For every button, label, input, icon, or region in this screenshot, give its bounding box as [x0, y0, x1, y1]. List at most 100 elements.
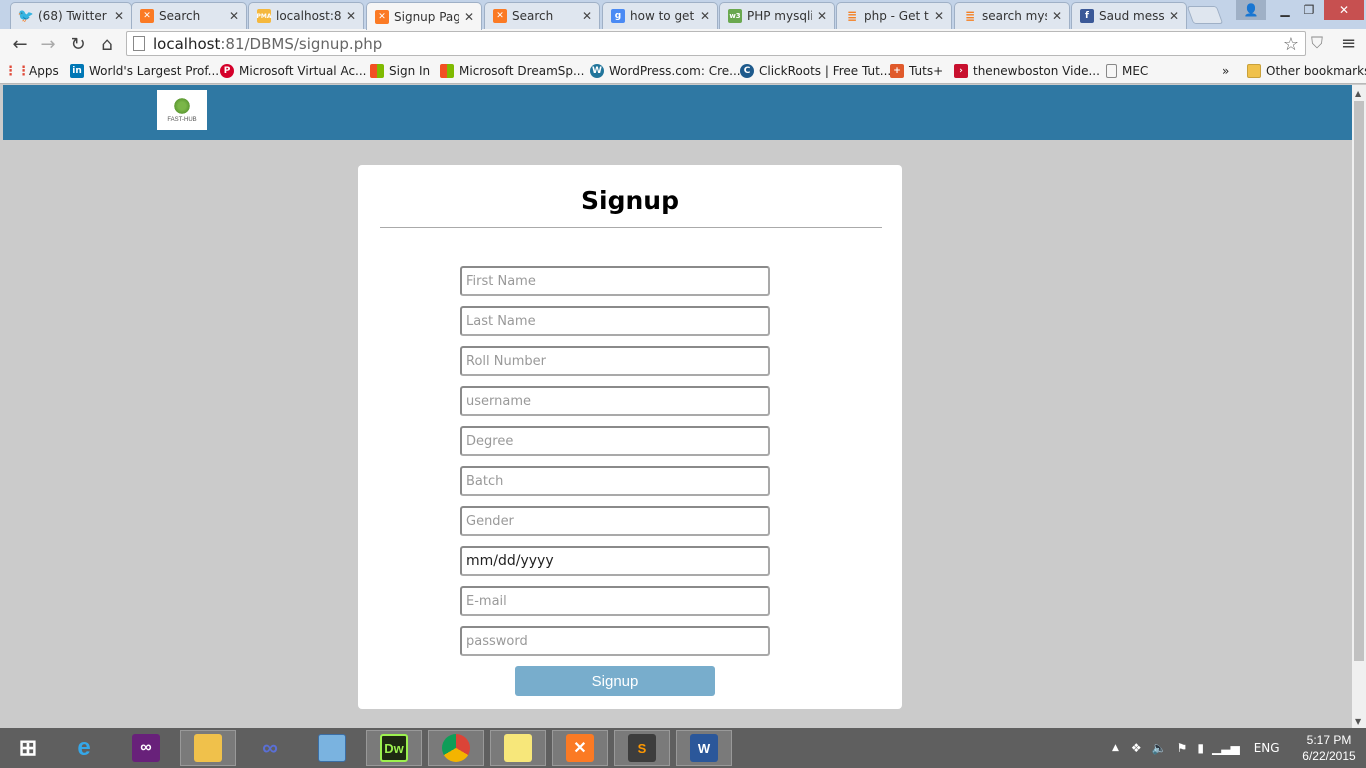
scrollbar-thumb[interactable]	[1354, 101, 1364, 661]
tab-search-2[interactable]: ✕ Search ✕	[484, 2, 600, 29]
signup-card: Signup Signup	[358, 165, 902, 709]
tab-twitter[interactable]: 🐦 (68) Twitter ✕	[10, 2, 132, 29]
taskbar-sticky-notes[interactable]	[490, 730, 546, 766]
roll-number-input[interactable]	[460, 346, 770, 376]
google-icon: g	[611, 9, 625, 23]
xampp-icon: ✕	[493, 9, 507, 23]
scroll-down-icon[interactable]: ▼	[1355, 717, 1361, 726]
tab-close-icon[interactable]: ✕	[933, 9, 945, 23]
clock-time: 5:17 PM	[1306, 733, 1352, 747]
bookmark-linkedin[interactable]: in World's Largest Prof...	[70, 62, 219, 80]
title-divider	[380, 227, 882, 228]
taskbar-chrome[interactable]	[428, 730, 484, 766]
language-indicator[interactable]: ENG	[1254, 741, 1280, 755]
vertical-scrollbar[interactable]: ▲ ▼	[1352, 85, 1366, 728]
volume-icon[interactable]: 🔈	[1152, 741, 1167, 755]
tab-close-icon[interactable]: ✕	[345, 9, 357, 23]
tab-how-to-get[interactable]: g how to get ✕	[602, 2, 718, 29]
chrome-icon	[442, 734, 470, 762]
tab-close-icon[interactable]: ✕	[1051, 9, 1063, 23]
action-center-flag-icon[interactable]: ⚑	[1177, 741, 1188, 755]
gender-input[interactable]	[460, 506, 770, 536]
tab-localhost[interactable]: PMA localhost:81 ✕	[248, 2, 364, 29]
first-name-input[interactable]	[460, 266, 770, 296]
extension-shield-icon[interactable]: ⛉	[1311, 33, 1323, 53]
bookmark-apps[interactable]: ⋮⋮ Apps	[4, 62, 59, 80]
tab-facebook[interactable]: f Saud messa ✕	[1071, 2, 1187, 29]
wordpress-icon: W	[590, 64, 604, 78]
tab-php-get-table[interactable]: ≣ php - Get ta ✕	[836, 2, 952, 29]
bookmark-tutsplus[interactable]: + Tuts+	[890, 62, 943, 80]
tab-close-icon[interactable]: ✕	[699, 9, 711, 23]
system-tray: ▲ ❖ 🔈 ⚑ ▮ ▁▃▅ ENG	[1112, 728, 1280, 768]
bookmark-sign-in[interactable]: Sign In	[370, 62, 430, 80]
close-window-button[interactable]: ✕	[1324, 0, 1364, 20]
network-signal-icon[interactable]: ▁▃▅	[1212, 741, 1240, 755]
thenewboston-icon: ›	[954, 64, 968, 78]
back-icon[interactable]: ←	[8, 32, 32, 56]
tab-close-icon[interactable]: ✕	[113, 9, 125, 23]
taskbar-file-explorer[interactable]	[180, 730, 236, 766]
user-icon[interactable]: 👤	[1236, 0, 1266, 20]
tab-close-icon[interactable]: ✕	[581, 9, 593, 23]
bookmark-star-icon[interactable]: ☆	[1283, 34, 1299, 55]
start-button[interactable]: ⊞	[0, 730, 56, 766]
show-hidden-icons-icon[interactable]: ▲	[1112, 743, 1119, 753]
browser-toolbar: ← → ↻ ⌂ localhost:81/DBMS/signup.php ☆ ⛉…	[0, 29, 1366, 58]
last-name-input[interactable]	[460, 306, 770, 336]
bookmarks-overflow-chevron-icon[interactable]: »	[1222, 62, 1229, 80]
home-icon[interactable]: ⌂	[95, 32, 119, 56]
microsoft-icon	[370, 64, 384, 78]
taskbar-dreamweaver[interactable]: Dw	[366, 730, 422, 766]
apps-grid-icon: ⋮⋮	[4, 63, 30, 79]
bookmark-mva[interactable]: P Microsoft Virtual Ac...	[220, 62, 367, 80]
email-input[interactable]	[460, 586, 770, 616]
degree-input[interactable]	[460, 426, 770, 456]
taskbar-clock[interactable]: 5:17 PM 6/22/2015	[1296, 732, 1362, 764]
tab-close-icon[interactable]: ✕	[1168, 9, 1180, 23]
birth-date-input[interactable]	[460, 546, 770, 576]
tab-close-icon[interactable]: ✕	[463, 10, 475, 24]
taskbar-visual-studio[interactable]: ∞	[118, 730, 174, 766]
batch-input[interactable]	[460, 466, 770, 496]
taskbar-infinity-app[interactable]: ∞	[242, 730, 298, 766]
reload-icon[interactable]: ↻	[66, 32, 90, 56]
bookmark-wordpress[interactable]: W WordPress.com: Cre...	[590, 62, 741, 80]
username-input[interactable]	[460, 386, 770, 416]
taskbar-word[interactable]: W	[676, 730, 732, 766]
windows-taskbar: ⊞ e ∞ ∞ Dw ✕ S W ▲ ❖ 🔈 ⚑ ▮ ▁▃▅ ENG 5:17	[0, 728, 1366, 768]
bookmark-mec[interactable]: MEC	[1106, 62, 1148, 80]
signup-button[interactable]: Signup	[515, 666, 715, 696]
password-input[interactable]	[460, 626, 770, 656]
site-header: FAST-HUB	[3, 85, 1352, 140]
chrome-menu-icon[interactable]: ≡	[1341, 33, 1356, 54]
word-icon: W	[690, 734, 718, 762]
taskbar-xampp[interactable]: ✕	[552, 730, 608, 766]
visual-studio-icon: ∞	[132, 734, 160, 762]
tab-search-mysql[interactable]: ≣ search mysq ✕	[954, 2, 1070, 29]
dropbox-icon[interactable]: ❖	[1131, 741, 1142, 755]
bookmark-thenewboston[interactable]: › thenewboston Vide...	[954, 62, 1100, 80]
tab-php-mysqli[interactable]: w3 PHP mysqli ✕	[719, 2, 835, 29]
tab-search-1[interactable]: ✕ Search ✕	[131, 2, 247, 29]
tab-close-icon[interactable]: ✕	[816, 9, 828, 23]
bookmarks-bar: ⋮⋮ Apps in World's Largest Prof... P Mic…	[0, 58, 1366, 84]
taskbar-virtualbox[interactable]	[304, 730, 360, 766]
bookmark-clickroots[interactable]: C ClickRoots | Free Tut...	[740, 62, 891, 80]
other-bookmarks[interactable]: Other bookmarks	[1247, 62, 1366, 80]
tab-close-icon[interactable]: ✕	[228, 9, 240, 23]
bookmark-dreamspark[interactable]: Microsoft DreamSp...	[440, 62, 584, 80]
dreamweaver-icon: Dw	[380, 734, 408, 762]
address-bar[interactable]: localhost:81/DBMS/signup.php ☆	[126, 31, 1306, 56]
battery-icon[interactable]: ▮	[1197, 741, 1204, 755]
maximize-button[interactable]: ❐	[1294, 0, 1324, 20]
forward-icon[interactable]: →	[36, 32, 60, 56]
stackoverflow-icon: ≣	[846, 9, 858, 23]
taskbar-sublime-text[interactable]: S	[614, 730, 670, 766]
scroll-up-icon[interactable]: ▲	[1355, 89, 1361, 98]
taskbar-internet-explorer[interactable]: e	[56, 730, 112, 766]
site-logo[interactable]: FAST-HUB	[157, 90, 207, 130]
logo-mark-icon	[173, 97, 191, 115]
new-tab-button[interactable]	[1186, 6, 1224, 24]
tab-signup-page[interactable]: ✕ Signup Page ✕	[366, 2, 482, 30]
